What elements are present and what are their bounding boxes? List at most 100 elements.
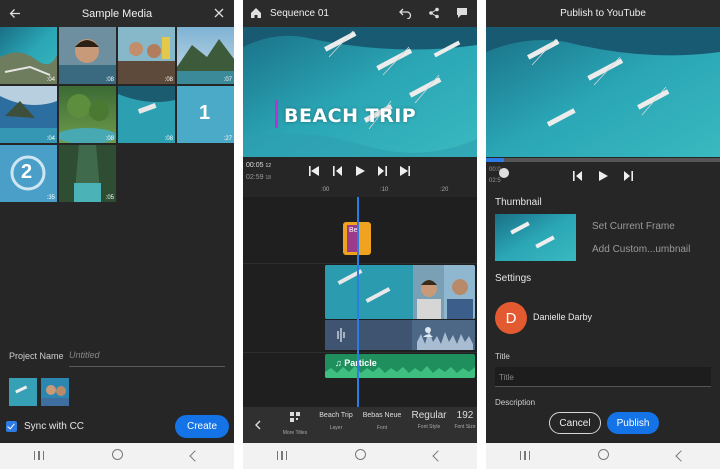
- sync-label: Sync with CC: [24, 421, 85, 432]
- play-icon[interactable]: [598, 171, 608, 181]
- duration-label: :04: [46, 77, 55, 83]
- media-thumb[interactable]: :08: [118, 86, 175, 143]
- font-key: Font: [376, 425, 387, 431]
- sync-checkbox[interactable]: [6, 421, 17, 432]
- font-style-key: Font Style: [417, 424, 441, 430]
- chevron-left-icon[interactable]: [254, 420, 262, 430]
- set-current-frame-button[interactable]: Set Current Frame: [592, 221, 675, 232]
- duration-label: :08: [105, 136, 114, 142]
- selected-media-thumb[interactable]: [41, 378, 69, 406]
- font-property[interactable]: Bebas Neue Font: [360, 412, 404, 431]
- total-time-frames: 18: [265, 175, 272, 181]
- editor-screen: Sequence 01 BEACH TRIP 00:05 12 02:59 18: [243, 0, 477, 469]
- media-thumb[interactable]: :04: [0, 86, 57, 143]
- ruler-mark: :20: [440, 187, 449, 193]
- system-back-button[interactable]: [180, 449, 210, 463]
- media-thumb[interactable]: :07: [177, 27, 234, 84]
- duration-label: :08: [164, 77, 173, 83]
- total-time-value: 02:59: [246, 174, 264, 181]
- selection-number: 1: [199, 102, 211, 124]
- recent-apps-button[interactable]: [510, 449, 540, 463]
- title-properties-bar: More Titles Beach Trip Layer Bebas Neue …: [243, 407, 477, 443]
- system-back-button[interactable]: [666, 449, 696, 463]
- skip-start-icon[interactable]: [309, 166, 319, 176]
- thumbnail-heading: Thumbnail: [495, 197, 542, 208]
- video-preview[interactable]: BEACH TRIP: [243, 27, 477, 157]
- font-size-property[interactable]: 192 Font Size: [453, 410, 477, 430]
- cancel-button[interactable]: Cancel: [549, 412, 601, 434]
- font-style-value: Regular: [411, 410, 447, 421]
- recent-apps-button[interactable]: [24, 449, 54, 463]
- publish-title: Publish to YouTube: [560, 8, 646, 19]
- home-icon[interactable]: [250, 7, 262, 19]
- close-icon[interactable]: [213, 7, 225, 19]
- step-forward-icon[interactable]: [377, 166, 387, 176]
- layer-property[interactable]: Beach Trip Layer: [315, 412, 357, 431]
- step-back-icon[interactable]: [333, 166, 343, 176]
- home-circle-icon: [597, 449, 609, 460]
- media-thumb-selected[interactable]: 1 :27: [177, 86, 234, 143]
- layer-value: Beach Trip: [319, 412, 353, 419]
- scrub-bar[interactable]: [486, 158, 720, 162]
- media-thumb[interactable]: :05: [59, 145, 116, 202]
- media-thumb[interactable]: :08: [118, 27, 175, 84]
- recent-apps-button[interactable]: [267, 449, 297, 463]
- title-input[interactable]: Title: [495, 367, 711, 387]
- current-time-frames: 12: [265, 163, 272, 169]
- home-button[interactable]: [102, 449, 132, 463]
- project-name-label: Project Name: [9, 351, 64, 361]
- picker-title: Sample Media: [81, 8, 153, 20]
- back-chevron-icon: [675, 450, 687, 462]
- step-forward-icon[interactable]: [623, 171, 633, 181]
- scrub-handle[interactable]: [499, 168, 509, 178]
- add-custom-thumbnail-button[interactable]: Add Custom...umbnail: [592, 244, 690, 255]
- media-picker-screen: Sample Media :04 :08 :08 :07 :04 :08:08…: [0, 0, 234, 469]
- video-audio-track[interactable]: [325, 320, 475, 350]
- track-divider: [243, 263, 477, 264]
- step-back-icon[interactable]: [573, 171, 583, 181]
- playhead[interactable]: [357, 197, 359, 407]
- play-icon[interactable]: [355, 166, 365, 176]
- skip-end-icon[interactable]: [400, 166, 410, 176]
- duration-label: :08: [164, 136, 173, 142]
- duration-label: :35: [46, 195, 55, 201]
- system-nav-bar: [0, 443, 234, 469]
- description-label: Description: [495, 398, 536, 407]
- overlay-title-text[interactable]: BEACH TRIP: [284, 105, 416, 127]
- editor-top-bar: Sequence 01: [243, 0, 477, 27]
- recent-apps-icon: [277, 451, 287, 460]
- system-back-button[interactable]: [423, 449, 453, 463]
- scrub-progress: [486, 158, 504, 162]
- media-thumb-selected[interactable]: 2 :35: [0, 145, 57, 202]
- music-clip-name: Particle: [344, 358, 377, 368]
- create-button[interactable]: Create: [175, 415, 229, 438]
- media-thumb[interactable]: :08: [59, 27, 116, 84]
- home-circle-icon: [354, 449, 366, 460]
- comment-icon[interactable]: [456, 7, 468, 19]
- project-name-input[interactable]: Untitled: [69, 350, 225, 367]
- recent-apps-icon: [34, 451, 44, 460]
- thumbnail-preview: [495, 214, 576, 261]
- media-thumb[interactable]: :08: [59, 86, 116, 143]
- publish-top-bar: Publish to YouTube: [486, 0, 720, 27]
- music-clip[interactable]: ♫ Particle: [325, 354, 475, 378]
- duration-label: :05: [105, 195, 114, 201]
- selected-media-thumb[interactable]: [9, 378, 37, 406]
- publish-screen: Publish to YouTube 00:0 02:5 Thumbnail S…: [486, 0, 720, 469]
- home-button[interactable]: [345, 449, 375, 463]
- account-name: Danielle Darby: [533, 312, 593, 322]
- title-label: Title: [495, 352, 510, 361]
- duration-label: :27: [223, 136, 232, 142]
- home-circle-icon: [111, 449, 123, 460]
- media-thumb[interactable]: :04: [0, 27, 57, 84]
- font-style-property[interactable]: Regular Font Style: [407, 410, 451, 430]
- more-titles-button[interactable]: More Titles: [281, 410, 309, 436]
- video-clip[interactable]: [325, 265, 475, 319]
- share-icon[interactable]: [428, 7, 440, 19]
- publish-button[interactable]: Publish: [607, 412, 659, 434]
- home-button[interactable]: [588, 449, 618, 463]
- back-chevron-icon: [432, 450, 444, 462]
- duration-label: :04: [46, 136, 55, 142]
- undo-icon[interactable]: [399, 7, 412, 19]
- publish-video-preview[interactable]: [486, 27, 720, 157]
